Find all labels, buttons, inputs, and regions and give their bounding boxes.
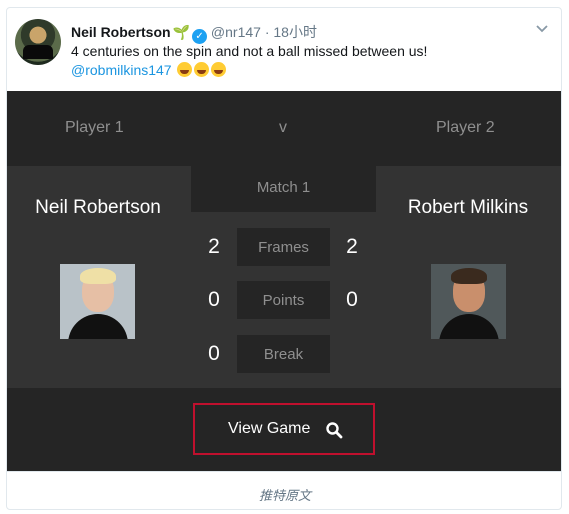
player2-name: Robert Milkins	[407, 197, 529, 218]
scoreboard-footer: View Game	[7, 388, 561, 471]
stat-box: Frames	[237, 228, 330, 266]
tweet-header: Neil Robertson 🌱 ✓ @nr147 · 18小时	[71, 22, 317, 44]
points-label: Points	[262, 292, 305, 309]
author-avatar[interactable]	[15, 19, 61, 65]
frames-label: Frames	[258, 239, 309, 256]
tweet-time[interactable]: 18小时	[273, 24, 317, 40]
player2-label: Player 2	[436, 119, 495, 136]
search-icon	[326, 422, 343, 439]
mention-link[interactable]: @robmilkins147	[71, 62, 172, 78]
tweet-card: Neil Robertson 🌱 ✓ @nr147 · 18小时 4 centuri…	[6, 7, 562, 510]
view-original-tweet-link[interactable]: 推特原文	[7, 485, 561, 504]
scoreboard-embed: Player 1 v Player 2 Match 1 Neil Roberts…	[7, 91, 561, 471]
author-name[interactable]: Neil Robertson	[71, 24, 171, 40]
tweet-text: 4 centuries on the spin and not a ball m…	[71, 43, 428, 59]
player1-name: Neil Robertson	[35, 197, 161, 218]
player2-points: 0	[346, 288, 358, 311]
stat-row-frames: 2 Frames 2	[7, 228, 561, 266]
view-game-button[interactable]: View Game	[193, 403, 375, 455]
stat-row-points: 0 Points 0	[7, 281, 561, 319]
author-handle[interactable]: @nr147	[211, 24, 261, 40]
stat-row-break: 0 Break	[7, 335, 561, 373]
sprout-icon: 🌱	[172, 24, 191, 40]
player1-break: 0	[208, 342, 220, 365]
break-label: Break	[263, 346, 304, 363]
player1-points: 0	[208, 288, 220, 311]
match-label: Match 1	[256, 179, 311, 196]
tears-of-joy-emoji-icon	[177, 62, 193, 77]
separator-dot: ·	[264, 24, 270, 40]
player2-frames: 2	[346, 235, 358, 258]
divider	[7, 471, 561, 472]
player1-label: Player 1	[65, 119, 124, 136]
stat-box: Points	[237, 281, 330, 319]
tears-of-joy-emoji-icon	[211, 62, 227, 77]
tweet-body: 4 centuries on the spin and not a ball m…	[71, 42, 551, 80]
scoreboard-header: Player 1 v Player 2	[7, 91, 561, 166]
match-tab: Match 1	[191, 166, 376, 212]
tears-of-joy-emoji-icon	[194, 62, 210, 77]
chevron-down-icon[interactable]	[535, 22, 549, 36]
view-game-label: View Game	[228, 420, 311, 437]
versus-label: v	[279, 119, 287, 136]
player1-frames: 2	[208, 235, 220, 258]
stat-box: Break	[237, 335, 330, 373]
